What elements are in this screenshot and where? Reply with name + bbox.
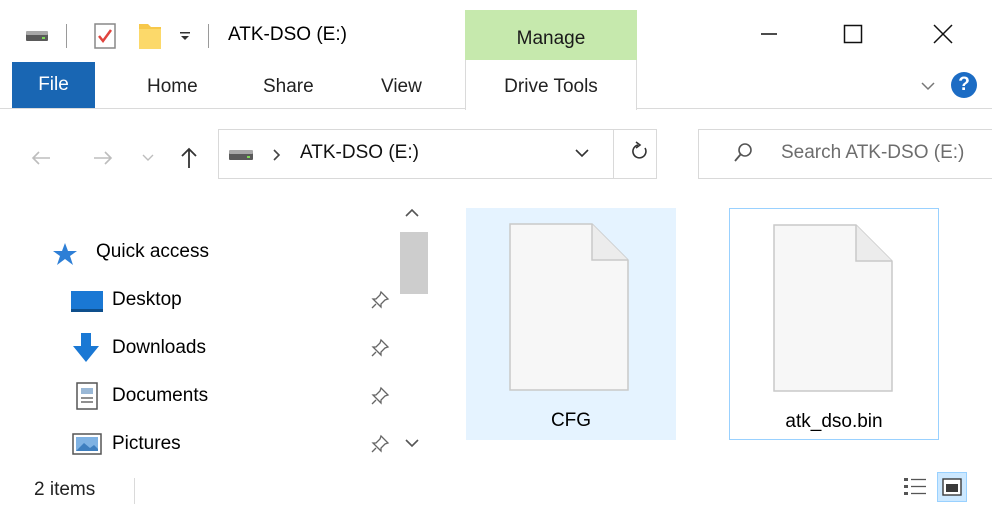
chevron-down-icon — [405, 439, 419, 448]
arrow-up-icon — [181, 147, 197, 168]
help-button[interactable]: ? — [951, 72, 977, 98]
close-icon — [933, 24, 953, 44]
chevron-down-icon — [575, 149, 589, 158]
chevron-up-icon — [405, 208, 419, 217]
nav-item-desktop[interactable]: Desktop — [70, 280, 400, 320]
tab-share[interactable]: Share — [263, 76, 314, 98]
tab-file[interactable]: File — [12, 62, 95, 108]
nav-item-label: Documents — [112, 385, 209, 406]
breadcrumb-path[interactable]: ATK-DSO (E:) — [300, 142, 419, 164]
title-bar: ATK-DSO (E:) Manage — [0, 0, 992, 60]
breadcrumb-separator-icon[interactable] — [272, 148, 282, 167]
nav-item-label: Desktop — [112, 289, 182, 310]
close-button[interactable] — [920, 14, 966, 54]
search-input[interactable]: Search ATK-DSO (E:) — [781, 142, 964, 164]
properties-icon[interactable] — [92, 22, 118, 50]
address-drive-icon — [228, 148, 254, 167]
manage-label: Manage — [516, 28, 586, 49]
status-item-count: 2 items — [34, 479, 96, 500]
refresh-icon — [632, 141, 647, 159]
tab-drive-tools-label: Drive Tools — [504, 76, 598, 97]
nav-item-downloads[interactable]: Downloads — [70, 328, 400, 368]
large-icons-view-button[interactable] — [937, 472, 967, 502]
documents-icon — [76, 382, 98, 410]
manage-contextual-group: Manage — [465, 10, 637, 60]
forward-button[interactable] — [88, 140, 118, 176]
scroll-down-button[interactable] — [404, 436, 424, 452]
new-folder-icon[interactable] — [136, 20, 164, 52]
scroll-thumb[interactable] — [400, 232, 428, 294]
details-view-icon — [904, 478, 926, 495]
chevron-down-icon — [142, 154, 154, 161]
minimize-button[interactable] — [746, 14, 792, 54]
file-icon — [773, 224, 893, 392]
pin-icon[interactable] — [370, 338, 390, 358]
drive-icon[interactable] — [24, 28, 50, 44]
desktop-icon — [71, 291, 103, 312]
maximize-icon — [843, 24, 863, 44]
back-button[interactable] — [26, 140, 56, 176]
downloads-icon — [73, 333, 99, 362]
search-icon — [733, 142, 753, 169]
tab-view[interactable]: View — [381, 76, 422, 98]
star-icon — [53, 243, 77, 265]
nav-item-label: Downloads — [112, 337, 206, 358]
address-history-button[interactable] — [574, 145, 604, 165]
file-item[interactable]: CFG — [466, 208, 676, 440]
tab-drive-tools[interactable]: Drive Tools — [465, 60, 637, 110]
nav-quick-access-label: Quick access — [96, 241, 209, 262]
pin-icon[interactable] — [370, 434, 390, 454]
tab-home[interactable]: Home — [147, 76, 198, 98]
file-name: CFG — [550, 410, 592, 431]
nav-item-documents[interactable]: Documents — [70, 376, 400, 416]
pin-icon[interactable] — [370, 290, 390, 310]
file-icon — [509, 223, 629, 391]
nav-item-label: Pictures — [112, 433, 181, 454]
file-name: atk_dso.bin — [785, 411, 883, 432]
chevron-down-icon — [921, 82, 935, 91]
large-icons-view-icon — [942, 478, 962, 496]
arrow-right-icon — [94, 151, 113, 165]
details-view-button[interactable] — [902, 474, 928, 500]
pin-icon[interactable] — [370, 386, 390, 406]
file-item[interactable]: atk_dso.bin — [729, 208, 939, 440]
window-title: ATK-DSO (E:) — [228, 24, 347, 45]
up-button[interactable] — [176, 140, 202, 176]
pictures-icon — [72, 433, 102, 455]
refresh-button[interactable] — [630, 140, 656, 166]
arrow-left-icon — [31, 151, 50, 165]
nav-quick-access[interactable]: Quick access — [52, 232, 352, 272]
minimize-icon — [761, 33, 777, 35]
scroll-up-button[interactable] — [404, 206, 424, 222]
recent-locations-button[interactable] — [140, 140, 156, 176]
nav-item-pictures[interactable]: Pictures — [70, 424, 400, 464]
customize-toolbar-icon[interactable] — [176, 26, 194, 46]
expand-ribbon-button[interactable] — [918, 76, 938, 96]
maximize-button[interactable] — [830, 14, 876, 54]
